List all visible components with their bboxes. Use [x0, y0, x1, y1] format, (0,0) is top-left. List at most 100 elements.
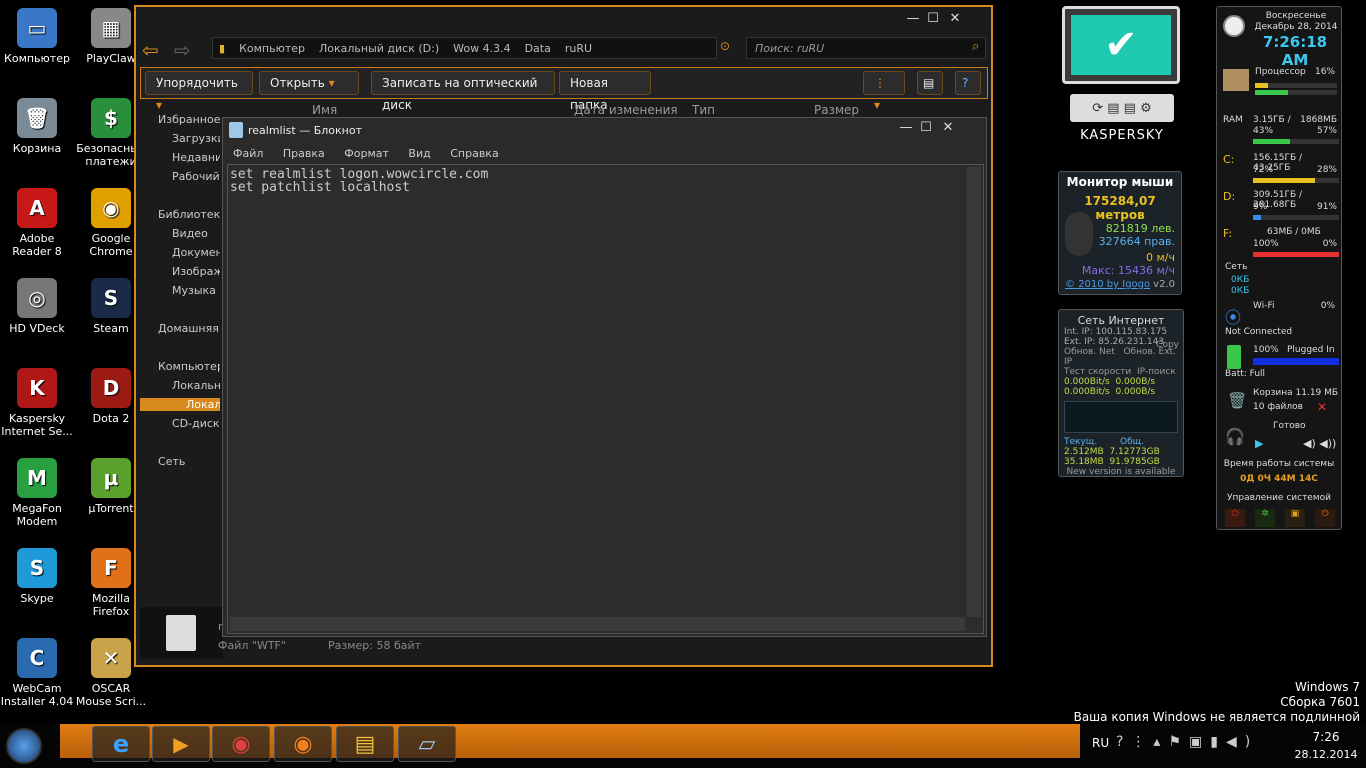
- menu-format[interactable]: Формат: [344, 147, 389, 160]
- desktop-icon-image: ✕: [91, 638, 131, 678]
- shutdown-icon[interactable]: ⏻: [1225, 509, 1245, 527]
- nav-item[interactable]: Недавние места: [172, 151, 220, 164]
- crumb-data[interactable]: Data: [525, 42, 551, 55]
- address-bar[interactable]: ▮ Компьютер Локальный диск (D:) Wow 4.3.…: [212, 37, 717, 59]
- taskbar-ie-icon[interactable]: e: [92, 726, 150, 762]
- net-speedtest-link[interactable]: Тест скорости: [1064, 367, 1131, 377]
- volume-icon[interactable]: ◀) ◀)): [1303, 437, 1336, 450]
- crumb-ruru[interactable]: ruRU: [565, 42, 592, 55]
- crumb-computer[interactable]: Компьютер: [239, 42, 305, 55]
- taskbar-notepad-icon[interactable]: ▱: [398, 726, 456, 762]
- open-button[interactable]: Открыть ▾: [259, 71, 359, 95]
- ram-pct: 43%: [1253, 126, 1274, 136]
- menu-file[interactable]: Файл: [233, 147, 263, 160]
- language-indicator[interactable]: RU: [1092, 736, 1109, 750]
- horizontal-scrollbar[interactable]: [230, 617, 965, 631]
- nav-item[interactable]: Изображения: [172, 265, 220, 278]
- start-button[interactable]: [6, 728, 42, 764]
- nav-item[interactable]: Избранное: [158, 113, 220, 126]
- power-icon[interactable]: ⏻: [1315, 509, 1335, 527]
- kaspersky-buttons[interactable]: ⟳ ▤ ▤ ⚙: [1070, 94, 1174, 122]
- notepad-minimize[interactable]: —: [895, 120, 917, 136]
- desktop-icon[interactable]: A Adobe Reader 8: [0, 188, 74, 258]
- open-label: Открыть: [270, 76, 325, 90]
- tray-icons[interactable]: ?⋮▴⚑▣▮◀): [1116, 734, 1258, 750]
- lock-icon[interactable]: ▣: [1285, 509, 1305, 527]
- watermark-line2: Сборка 7601: [1280, 695, 1360, 709]
- net-update-notice[interactable]: New version is available: [1059, 467, 1183, 477]
- desktop-icon[interactable]: 🗑 Корзина: [0, 98, 74, 155]
- notepad-close[interactable]: ✕: [937, 120, 959, 136]
- kaspersky-monitor: ✔: [1062, 6, 1180, 84]
- nav-item[interactable]: Локальный диск (C:): [172, 379, 220, 392]
- nav-item[interactable]: Музыка: [172, 284, 216, 297]
- notepad-window[interactable]: realmlist — Блокнот — ☐ ✕ Файл Правка Фо…: [222, 117, 987, 637]
- detail-type: Файл "WTF": [218, 639, 286, 652]
- desktop-icon[interactable]: M MegaFon Modem: [0, 458, 74, 528]
- preview-pane-icon[interactable]: ▤: [917, 71, 943, 95]
- tray-date[interactable]: 28.12.2014: [1286, 748, 1366, 761]
- ram-total: 1868МБ: [1300, 115, 1337, 125]
- desktop-icon-label: Kaspersky Internet Se...: [1, 412, 73, 438]
- vertical-scrollbar[interactable]: [967, 167, 981, 617]
- net-copy-link[interactable]: Copy: [1156, 340, 1179, 350]
- back-arrow-icon[interactable]: ⇦: [142, 38, 159, 62]
- empty-bin-icon[interactable]: ✕: [1317, 400, 1327, 414]
- menu-help[interactable]: Справка: [450, 147, 498, 160]
- desktop-icon[interactable]: ◎ HD VDeck: [0, 278, 74, 335]
- nav-item[interactable]: Библиотеки: [158, 208, 220, 221]
- help-icon[interactable]: ?: [955, 71, 981, 95]
- nav-item[interactable]: Видео: [172, 227, 208, 240]
- crumb-drive[interactable]: Локальный диск (D:): [319, 42, 439, 55]
- nav-item[interactable]: Компьютер: [158, 360, 220, 373]
- restart-icon[interactable]: ✲: [1255, 509, 1275, 527]
- desktop-icon-image: C: [17, 638, 57, 678]
- kaspersky-gadget[interactable]: ✔ ⟳ ▤ ▤ ⚙ KASPERSKY: [1062, 6, 1182, 166]
- desktop-icon-image: F: [91, 548, 131, 588]
- desktop-icon[interactable]: ▭ Компьютер: [0, 8, 74, 65]
- new-folder-button[interactable]: Новая папка: [559, 71, 651, 112]
- net-cur-up: 2.512MB: [1064, 447, 1104, 457]
- nav-item[interactable]: CD-дисковод: [172, 417, 220, 430]
- search-input[interactable]: Поиск: ruRU: [746, 37, 986, 59]
- desktop-icon-label: Skype: [20, 592, 54, 605]
- refresh-icon[interactable]: ⊙: [720, 39, 730, 53]
- desktop-icon[interactable]: K Kaspersky Internet Se...: [0, 368, 74, 438]
- wifi-pct: 0%: [1320, 301, 1335, 311]
- taskbar-explorer-icon[interactable]: ▤: [336, 726, 394, 762]
- nav-item[interactable]: Документы: [172, 246, 220, 259]
- text-editor[interactable]: set realmlist logon.wowcircle.com set pa…: [227, 164, 984, 634]
- mouse-credit[interactable]: © 2010 by Igogo: [1065, 279, 1150, 290]
- net-current-label: Текущ.: [1064, 437, 1098, 447]
- organize-button[interactable]: Упорядочить ▾: [145, 71, 253, 112]
- taskbar-media-player-icon[interactable]: ▶: [152, 726, 210, 762]
- nav-item[interactable]: Рабочий стол: [172, 170, 220, 183]
- desktop-icon[interactable]: S Skype: [0, 548, 74, 605]
- cpu-value: 16%: [1314, 67, 1335, 77]
- organize-label: Упорядочить: [156, 76, 238, 90]
- taskbar-firefox-icon[interactable]: ◉: [274, 726, 332, 762]
- menu-edit[interactable]: Правка: [283, 147, 325, 160]
- desktop-icon-image: A: [17, 188, 57, 228]
- net-ipsearch-link[interactable]: IP-поиск: [1137, 367, 1176, 377]
- close-button[interactable]: ✕: [944, 11, 966, 27]
- nav-item[interactable]: Домашняя группа: [158, 322, 220, 335]
- forward-arrow-icon[interactable]: ⇨: [174, 38, 191, 62]
- notepad-maximize[interactable]: ☐: [915, 120, 937, 136]
- tray-time[interactable]: 7:26: [1286, 730, 1366, 744]
- crumb-wow[interactable]: Wow 4.3.4: [453, 42, 510, 55]
- desktop-icon[interactable]: C WebCam Installer 4.04: [0, 638, 74, 708]
- nav-item[interactable]: Локальный диск (D:): [140, 398, 220, 411]
- view-options-button[interactable]: ⋮ ▾: [863, 71, 905, 112]
- taskbar-chrome-icon[interactable]: ◉: [212, 726, 270, 762]
- nav-item[interactable]: Загрузки: [172, 132, 220, 145]
- menu-view[interactable]: Вид: [408, 147, 430, 160]
- net-refresh-link[interactable]: Обнов. Net: [1064, 347, 1115, 357]
- minimize-button[interactable]: —: [902, 11, 924, 27]
- maximize-button[interactable]: ☐: [922, 11, 944, 27]
- search-icon[interactable]: ⌕: [972, 39, 979, 54]
- play-icon[interactable]: ▶: [1255, 437, 1263, 450]
- recycle-bin-icon[interactable]: 🗑: [1227, 391, 1247, 410]
- burn-button[interactable]: Записать на оптический диск: [371, 71, 555, 112]
- nav-item[interactable]: Сеть: [158, 455, 185, 468]
